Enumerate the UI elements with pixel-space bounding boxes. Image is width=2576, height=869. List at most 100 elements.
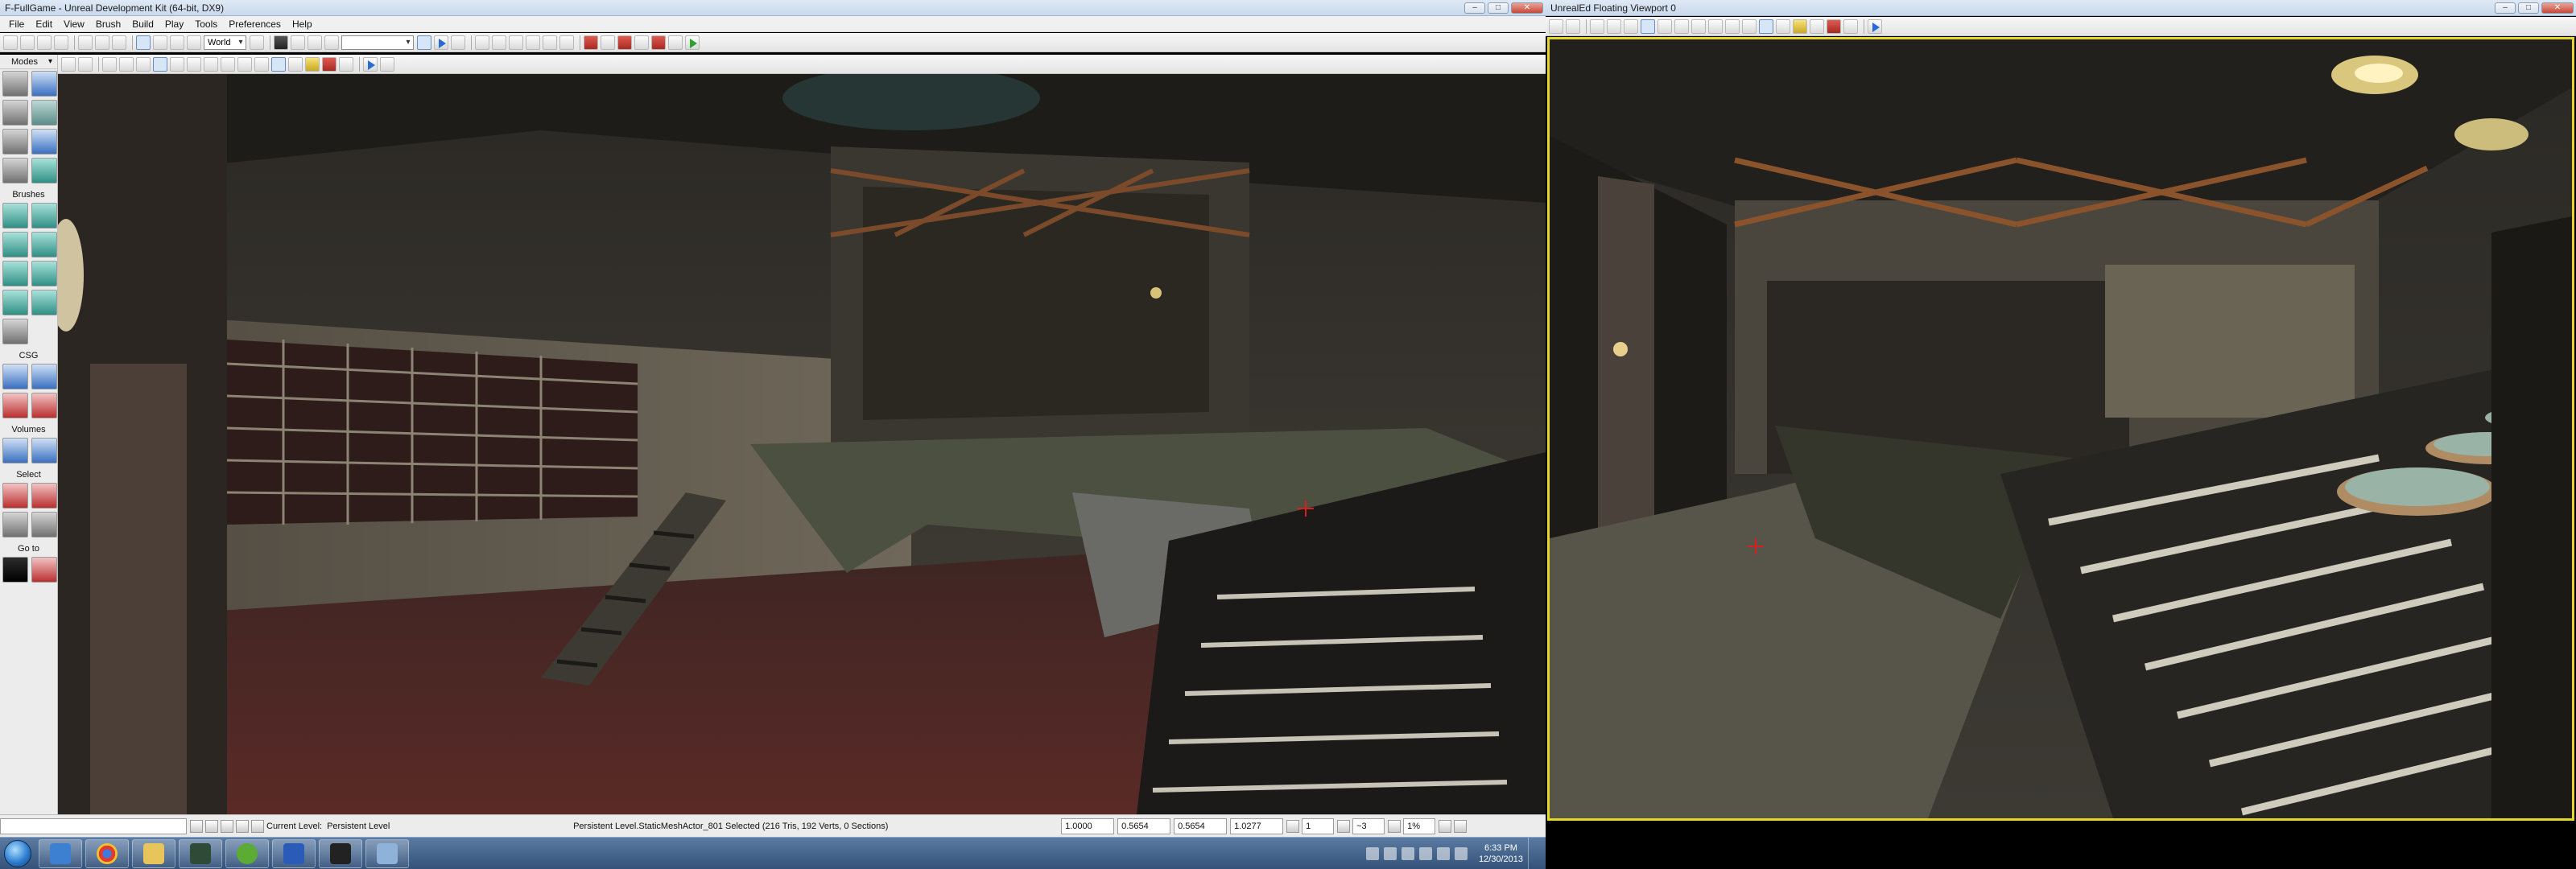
landscape-icon[interactable] bbox=[2, 158, 28, 183]
play-in-editor-icon[interactable] bbox=[583, 35, 598, 50]
static-mesh-icon[interactable] bbox=[31, 129, 57, 154]
binoculars-icon[interactable] bbox=[249, 35, 264, 50]
light-icon[interactable] bbox=[305, 56, 320, 72]
detail-lighting-icon[interactable] bbox=[153, 56, 167, 72]
volumetric-brush-icon[interactable] bbox=[2, 319, 28, 344]
build-lighting-icon[interactable] bbox=[491, 35, 506, 50]
save-all-icon[interactable] bbox=[54, 35, 68, 50]
status-icon-3[interactable] bbox=[221, 819, 233, 833]
lock-icon[interactable] bbox=[78, 56, 93, 72]
perspective-icon[interactable] bbox=[61, 56, 76, 72]
shader-complexity-icon[interactable] bbox=[221, 56, 235, 72]
taskbar-editor[interactable] bbox=[365, 838, 409, 868]
status-drag-icon[interactable] bbox=[1454, 819, 1468, 833]
tray-app-2-icon[interactable] bbox=[1401, 846, 1414, 860]
close-button[interactable]: ✕ bbox=[1511, 2, 1543, 14]
build-geometry-icon[interactable] bbox=[474, 35, 489, 50]
minimize-button[interactable]: – bbox=[1464, 2, 1485, 14]
curved-stair-icon[interactable] bbox=[2, 232, 28, 257]
show-hidden-icons-icon[interactable] bbox=[1365, 846, 1379, 860]
floating-perspective-icon[interactable] bbox=[1549, 19, 1563, 34]
lightmap-density-icon[interactable] bbox=[237, 56, 252, 72]
floating-lightmap-density-icon[interactable] bbox=[1725, 19, 1740, 34]
floating-close-button[interactable]: ✕ bbox=[2541, 2, 2574, 14]
floating-maximize-viewport-icon[interactable] bbox=[1843, 19, 1858, 34]
grid-size-field[interactable]: 1 bbox=[1302, 818, 1335, 834]
cylinder-brush-icon[interactable] bbox=[31, 232, 57, 257]
record-icon[interactable] bbox=[650, 35, 666, 50]
taskbar-udk[interactable] bbox=[319, 838, 362, 868]
content-browser-icon[interactable] bbox=[273, 35, 288, 50]
show-desktop-button[interactable] bbox=[1528, 837, 1539, 869]
floating-lighting-only-icon[interactable] bbox=[1657, 19, 1672, 34]
lit-icon[interactable] bbox=[136, 56, 151, 72]
taskbar-terminal[interactable] bbox=[179, 838, 222, 868]
grid-snap-icon[interactable] bbox=[1286, 819, 1300, 833]
foliage-icon[interactable] bbox=[31, 158, 57, 183]
cube-brush-icon[interactable] bbox=[2, 203, 28, 229]
cone-brush-icon[interactable] bbox=[31, 203, 57, 229]
show-flags-icon[interactable] bbox=[271, 56, 286, 72]
goto-actor-icon[interactable] bbox=[2, 557, 28, 583]
play-on-pc-icon[interactable] bbox=[600, 35, 615, 50]
floating-light-complexity-icon[interactable] bbox=[1674, 19, 1689, 34]
kismet-icon[interactable] bbox=[307, 35, 322, 50]
terrain-mode-icon[interactable] bbox=[2, 100, 28, 126]
script-icon[interactable] bbox=[667, 35, 683, 50]
lighting-quality-icon[interactable] bbox=[559, 35, 574, 50]
goto-builder-brush-icon[interactable] bbox=[31, 557, 57, 583]
csg-intersect-icon[interactable] bbox=[2, 393, 28, 418]
lighting-only-icon[interactable] bbox=[170, 56, 184, 72]
floating-minimize-button[interactable]: – bbox=[2495, 2, 2516, 14]
search-combo[interactable] bbox=[341, 35, 414, 50]
camera-speed-2-icon[interactable] bbox=[433, 35, 448, 50]
floating-texture-density-icon[interactable] bbox=[1691, 19, 1706, 34]
floating-show-flags-icon[interactable] bbox=[1759, 19, 1773, 34]
deselect-icon[interactable] bbox=[31, 483, 57, 509]
realtime-icon[interactable] bbox=[322, 56, 336, 72]
game-view-icon[interactable] bbox=[288, 56, 303, 72]
coordinate-system-dropdown[interactable]: World bbox=[204, 35, 246, 50]
command-input[interactable] bbox=[0, 818, 187, 834]
reflections-icon[interactable] bbox=[254, 56, 269, 72]
csg-subtract-icon[interactable] bbox=[31, 364, 57, 389]
wireframe-icon[interactable] bbox=[102, 56, 117, 72]
floating-lock-icon[interactable] bbox=[1566, 19, 1580, 34]
matinee-icon[interactable] bbox=[324, 35, 339, 50]
select-mode-icon[interactable] bbox=[136, 35, 151, 50]
cook-icon[interactable] bbox=[634, 35, 649, 50]
clock[interactable]: 6:33 PM 12/30/2013 bbox=[1479, 842, 1523, 865]
translate-mode-icon[interactable] bbox=[153, 35, 167, 50]
floating-shader-complexity-icon[interactable] bbox=[1708, 19, 1723, 34]
redo-icon[interactable] bbox=[95, 35, 109, 50]
viewport-options-icon[interactable] bbox=[380, 56, 394, 72]
play-on-console-icon[interactable] bbox=[617, 35, 632, 50]
tray-app-icon[interactable] bbox=[1383, 846, 1397, 860]
maximize-button[interactable]: □ bbox=[1488, 2, 1509, 14]
level-icon[interactable] bbox=[251, 819, 264, 833]
floating-play-icon[interactable] bbox=[1868, 19, 1882, 34]
status-icon-4[interactable] bbox=[236, 819, 249, 833]
rotation-snap-icon[interactable] bbox=[1337, 819, 1351, 833]
floating-detail-lighting-icon[interactable] bbox=[1641, 19, 1655, 34]
floating-realtime-icon[interactable] bbox=[1827, 19, 1841, 34]
generic-browser-icon[interactable] bbox=[290, 35, 305, 50]
rotate-mode-icon[interactable] bbox=[170, 35, 184, 50]
build-paths-icon[interactable] bbox=[508, 35, 523, 50]
linear-stair-icon[interactable] bbox=[2, 261, 28, 286]
field-1[interactable]: 1.0000 bbox=[1061, 818, 1115, 834]
field-2[interactable]: 0.5654 bbox=[1117, 818, 1171, 834]
light-complexity-icon[interactable] bbox=[187, 56, 201, 72]
camera-speed-icon[interactable] bbox=[416, 35, 431, 50]
cut-icon[interactable] bbox=[112, 35, 126, 50]
taskbar-folder[interactable] bbox=[132, 838, 175, 868]
volume-icon[interactable] bbox=[1454, 846, 1468, 860]
floating-lit-icon[interactable] bbox=[1624, 19, 1638, 34]
field-3[interactable]: 0.5654 bbox=[1174, 818, 1228, 834]
floating-actor-icon[interactable] bbox=[1810, 19, 1824, 34]
unlit-icon[interactable] bbox=[119, 56, 134, 72]
texture-align-icon[interactable] bbox=[31, 100, 57, 126]
texture-density-icon[interactable] bbox=[204, 56, 218, 72]
floating-wireframe-icon[interactable] bbox=[1590, 19, 1604, 34]
build-all-icon[interactable] bbox=[542, 35, 557, 50]
